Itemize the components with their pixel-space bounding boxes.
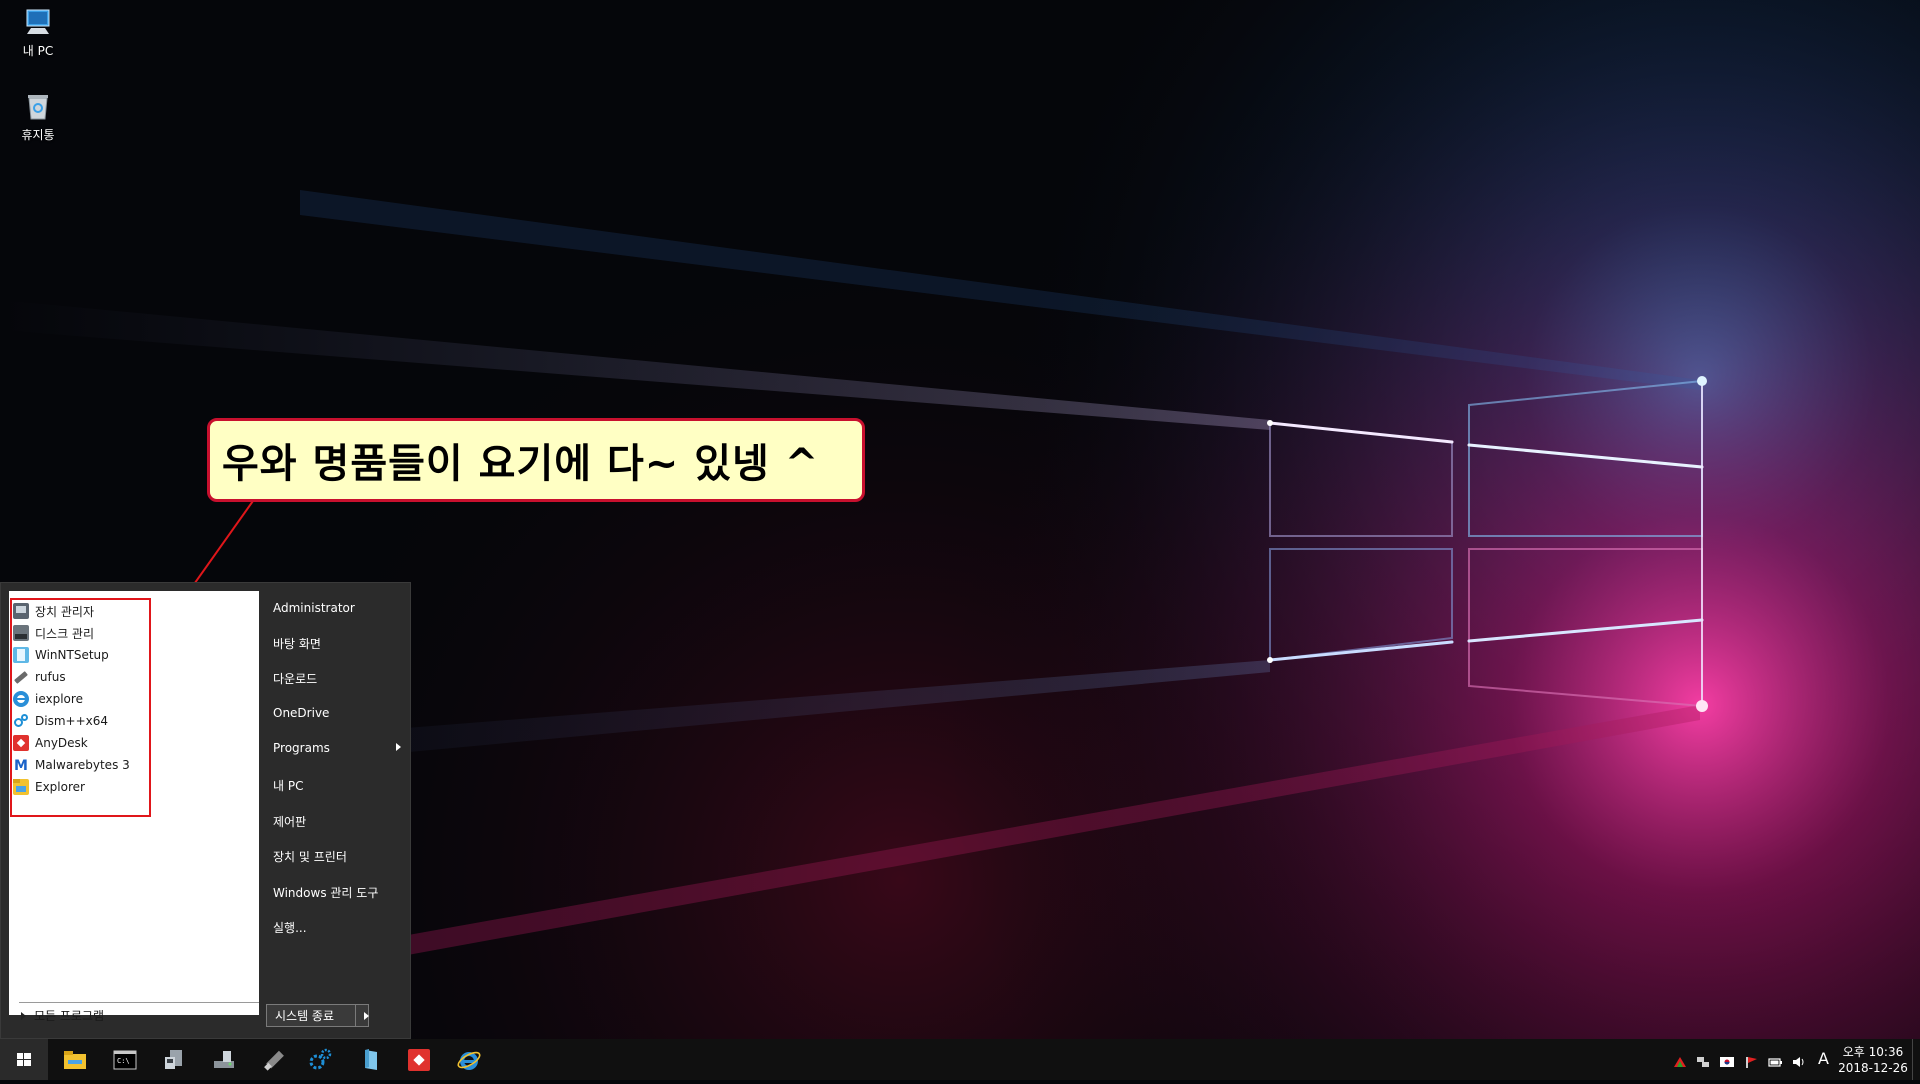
taskbar: C:\ A 오후 10:36 2018-12-26 [0, 1039, 1920, 1080]
chevron-right-icon [21, 1011, 26, 1020]
all-programs-label: 모든 프로그램 [34, 1009, 105, 1023]
show-desktop-button[interactable] [1912, 1039, 1920, 1080]
shutdown-button[interactable]: 시스템 종료 [266, 1004, 369, 1027]
places-item-label: 바탕 화면 [273, 637, 321, 651]
places-item-administrator[interactable]: Administrator [273, 601, 403, 615]
places-item-label: OneDrive [273, 706, 330, 720]
places-item-devices-printers[interactable]: 장치 및 프린터 [273, 848, 403, 865]
network-icon[interactable] [1696, 1053, 1710, 1067]
clock-time: 오후 10:36 [1842, 1045, 1904, 1059]
windows-logo-icon [17, 1053, 31, 1066]
taskbar-command-prompt[interactable]: C:\ [112, 1047, 138, 1073]
winntsetup-icon [365, 1049, 377, 1070]
places-item-run[interactable]: 실행... [273, 919, 403, 936]
places-item-desktop[interactable]: 바탕 화면 [273, 635, 403, 652]
divider [19, 1002, 259, 1003]
computer-icon [22, 6, 54, 38]
taskbar-dism[interactable] [307, 1047, 333, 1073]
callout-bubble: 우와 명품들이 요기에 다~ 있넹 ^ [207, 418, 865, 502]
volume-icon[interactable] [1792, 1053, 1806, 1067]
start-menu: 장치 관리자 디스크 관리 WinNTSetup rufus iexplore … [0, 582, 411, 1039]
places-item-my-pc[interactable]: 내 PC [273, 777, 403, 794]
places-item-control-panel[interactable]: 제어판 [273, 813, 403, 830]
battery-icon[interactable] [1768, 1053, 1782, 1067]
clock[interactable]: 오후 10:36 2018-12-26 [1838, 1044, 1908, 1076]
taskbar-internet-explorer[interactable] [456, 1047, 482, 1073]
places-item-label: Windows 관리 도구 [273, 886, 379, 900]
places-item-onedrive[interactable]: OneDrive [273, 706, 403, 720]
desktop-icon-my-pc[interactable]: 내 PC [0, 6, 76, 59]
places-item-programs[interactable]: Programs [273, 741, 403, 755]
callout-text: 우와 명품들이 요기에 다~ 있넹 ^ [222, 441, 820, 487]
desktop-icon-recycle-bin[interactable]: 휴지통 [0, 90, 76, 143]
pinned-highlight-box [10, 598, 151, 817]
anydesk-icon [408, 1049, 430, 1071]
taskbar-device-manager[interactable] [162, 1047, 188, 1073]
dism-gears-icon [309, 1048, 332, 1070]
security-flag-icon[interactable] [1744, 1053, 1758, 1068]
disk-management-icon [214, 1051, 234, 1068]
taskbar-disk-management[interactable] [211, 1047, 237, 1073]
places-item-downloads[interactable]: 다운로드 [273, 670, 403, 687]
places-item-label: 실행... [273, 921, 307, 935]
places-item-label: 다운로드 [273, 672, 318, 686]
all-programs-button[interactable]: 모든 프로그램 [17, 1007, 104, 1024]
taskbar-rufus[interactable] [261, 1047, 287, 1073]
chevron-right-icon [396, 743, 401, 751]
places-item-label: 내 PC [273, 779, 304, 793]
start-menu-pinned-pane: 장치 관리자 디스크 관리 WinNTSetup rufus iexplore … [9, 591, 259, 1023]
taskbar-anydesk[interactable] [406, 1047, 432, 1073]
command-prompt-icon: C:\ [113, 1050, 137, 1070]
taskbar-winntsetup[interactable] [357, 1047, 383, 1073]
ime-indicator[interactable]: A [1818, 1049, 1829, 1068]
internet-explorer-icon [457, 1051, 481, 1070]
svg-text:C:\: C:\ [117, 1057, 130, 1065]
clock-date: 2018-12-26 [1838, 1061, 1908, 1075]
start-button[interactable] [0, 1039, 48, 1080]
desktop-icon-label: 휴지통 [21, 128, 55, 142]
places-item-label: Programs [273, 741, 330, 755]
usb-drive-icon [264, 1050, 284, 1071]
recycle-bin-icon [22, 90, 54, 122]
device-manager-icon [165, 1050, 182, 1069]
places-item-label: Administrator [273, 601, 355, 615]
file-explorer-icon [64, 1051, 86, 1069]
keyboard-language-icon[interactable] [1720, 1053, 1734, 1067]
chevron-right-icon [364, 1012, 369, 1020]
shutdown-options-button[interactable] [355, 1005, 369, 1026]
desktop-icon-label: 내 PC [22, 44, 54, 58]
places-item-admin-tools[interactable]: Windows 관리 도구 [273, 884, 403, 901]
places-item-label: 제어판 [273, 815, 307, 829]
places-item-label: 장치 및 프린터 [273, 850, 347, 864]
tray-arrow-icon[interactable] [1673, 1053, 1687, 1067]
taskbar-file-explorer[interactable] [62, 1047, 88, 1073]
shutdown-label: 시스템 종료 [275, 1009, 335, 1023]
